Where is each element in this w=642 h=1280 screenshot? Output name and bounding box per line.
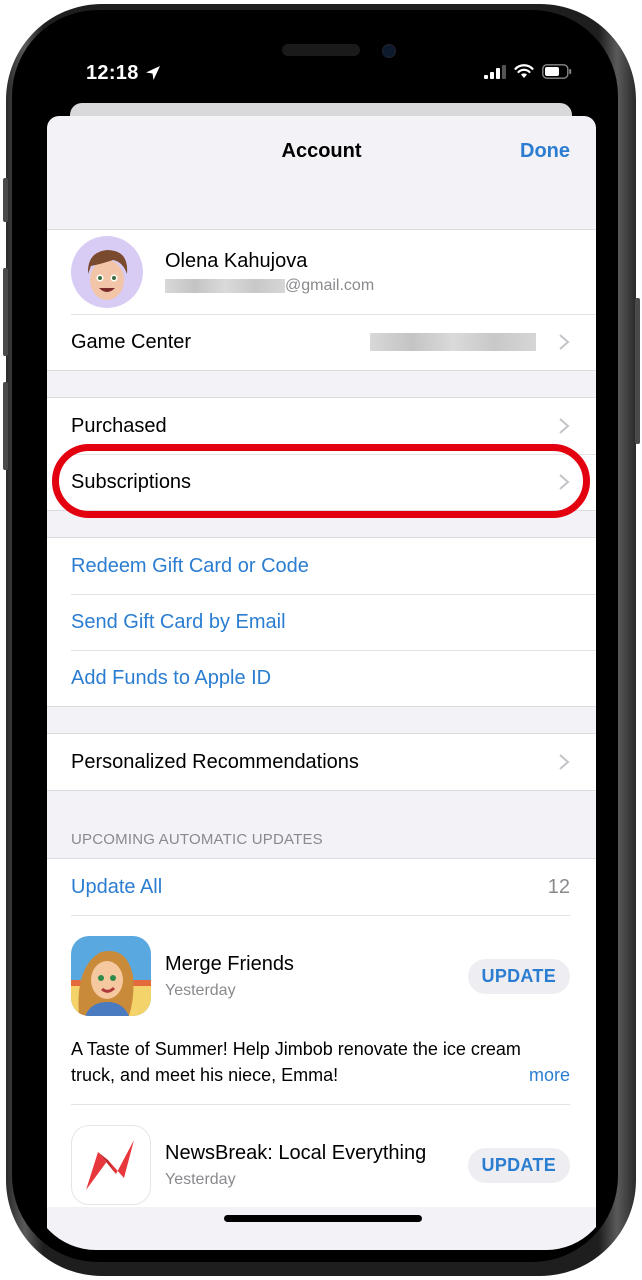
release-notes: A Taste of Summer! Help Jimbob renovate … xyxy=(47,1018,596,1104)
memoji-avatar-icon xyxy=(71,236,143,308)
personalized-recommendations-row[interactable]: Personalized Recommendations xyxy=(47,734,596,790)
battery-icon xyxy=(542,64,572,79)
purchased-row[interactable]: Purchased xyxy=(47,398,596,454)
profile-text: Olena Kahujova @gmail.com xyxy=(165,250,374,295)
wifi-icon xyxy=(514,64,534,78)
app-name: NewsBreak: Local Everything xyxy=(165,1141,427,1164)
chevron-right-icon xyxy=(559,418,570,434)
personalized-recommendations-label: Personalized Recommendations xyxy=(71,750,359,773)
subscriptions-label: Subscriptions xyxy=(71,470,192,493)
screen: 12:18 Account Done Olena Kahujova @gmail… xyxy=(30,24,612,1250)
update-button[interactable]: UPDATE xyxy=(467,1147,570,1183)
status-time: 12:18 xyxy=(86,62,139,84)
app-date: Yesterday xyxy=(165,981,236,999)
redacted-email-prefix xyxy=(165,278,285,293)
add-funds-row[interactable]: Add Funds to Apple ID xyxy=(47,650,596,706)
app-update-item[interactable]: Merge Friends Yesterday UPDATE xyxy=(47,916,596,1018)
game-center-row[interactable]: Game Center xyxy=(47,314,596,370)
front-camera xyxy=(382,44,396,58)
purchases-group: Purchased Subscriptions xyxy=(47,397,596,511)
send-gift-card-row[interactable]: Send Gift Card by Email xyxy=(47,594,596,650)
redeem-gift-card-row[interactable]: Redeem Gift Card or Code xyxy=(47,538,596,594)
update-all-row: Update All 12 xyxy=(47,859,596,915)
app-update-item[interactable]: NewsBreak: Local Everything Yesterday UP… xyxy=(47,1105,596,1207)
update-button[interactable]: UPDATE xyxy=(467,958,570,994)
merge-friends-app-icon xyxy=(71,936,151,1016)
volume-down-button xyxy=(3,382,8,470)
gift-card-group: Redeem Gift Card or Code Send Gift Card … xyxy=(47,537,596,707)
app-name: Merge Friends xyxy=(165,952,294,975)
redacted-game-center-nickname xyxy=(370,333,536,351)
app-meta: Merge Friends Yesterday xyxy=(165,953,468,1000)
redeem-gift-card-link[interactable]: Redeem Gift Card or Code xyxy=(71,555,570,578)
power-button xyxy=(635,298,640,444)
status-icons xyxy=(484,64,572,79)
updates-group: Update All 12 Merge Friends Yesterday UP… xyxy=(47,858,596,1207)
send-gift-card-link[interactable]: Send Gift Card by Email xyxy=(71,611,570,634)
home-indicator[interactable] xyxy=(224,1215,422,1222)
chevron-right-icon xyxy=(559,754,570,770)
account-sheet: Account Done Olena Kahujova @gmail.com G… xyxy=(47,116,596,1250)
profile-group: Olena Kahujova @gmail.com Game Center xyxy=(47,229,596,371)
app-meta: NewsBreak: Local Everything Yesterday xyxy=(165,1142,468,1189)
profile-email: @gmail.com xyxy=(165,277,374,295)
email-domain: @gmail.com xyxy=(285,276,375,294)
earpiece-speaker xyxy=(282,44,360,56)
profile-name: Olena Kahujova xyxy=(165,249,308,272)
status-bar: 12:18 xyxy=(30,24,612,104)
page-title: Account xyxy=(281,140,362,162)
profile-row[interactable]: Olena Kahujova @gmail.com xyxy=(47,230,596,314)
volume-up-button xyxy=(3,268,8,356)
purchased-label: Purchased xyxy=(71,414,167,437)
app-date: Yesterday xyxy=(165,1170,236,1188)
location-arrow-icon xyxy=(146,66,160,80)
chevron-right-icon xyxy=(559,474,570,490)
newsbreak-app-icon xyxy=(71,1125,151,1205)
chevron-right-icon xyxy=(559,334,570,350)
more-link[interactable]: more xyxy=(529,1062,570,1088)
release-notes-text: A Taste of Summer! Help Jimbob renovate … xyxy=(71,1039,521,1085)
done-button[interactable]: Done xyxy=(520,140,570,163)
subscriptions-row[interactable]: Subscriptions xyxy=(47,454,596,510)
update-all-button[interactable]: Update All xyxy=(71,876,548,899)
preferences-group: Personalized Recommendations xyxy=(47,733,596,791)
navigation-bar: Account Done xyxy=(47,116,596,229)
upcoming-updates-header: UPCOMING AUTOMATIC UPDATES xyxy=(71,831,323,848)
game-center-label: Game Center xyxy=(71,330,192,353)
cellular-signal-icon xyxy=(484,64,506,79)
add-funds-link[interactable]: Add Funds to Apple ID xyxy=(71,667,570,690)
update-count: 12 xyxy=(547,875,570,898)
mute-switch xyxy=(3,178,8,222)
